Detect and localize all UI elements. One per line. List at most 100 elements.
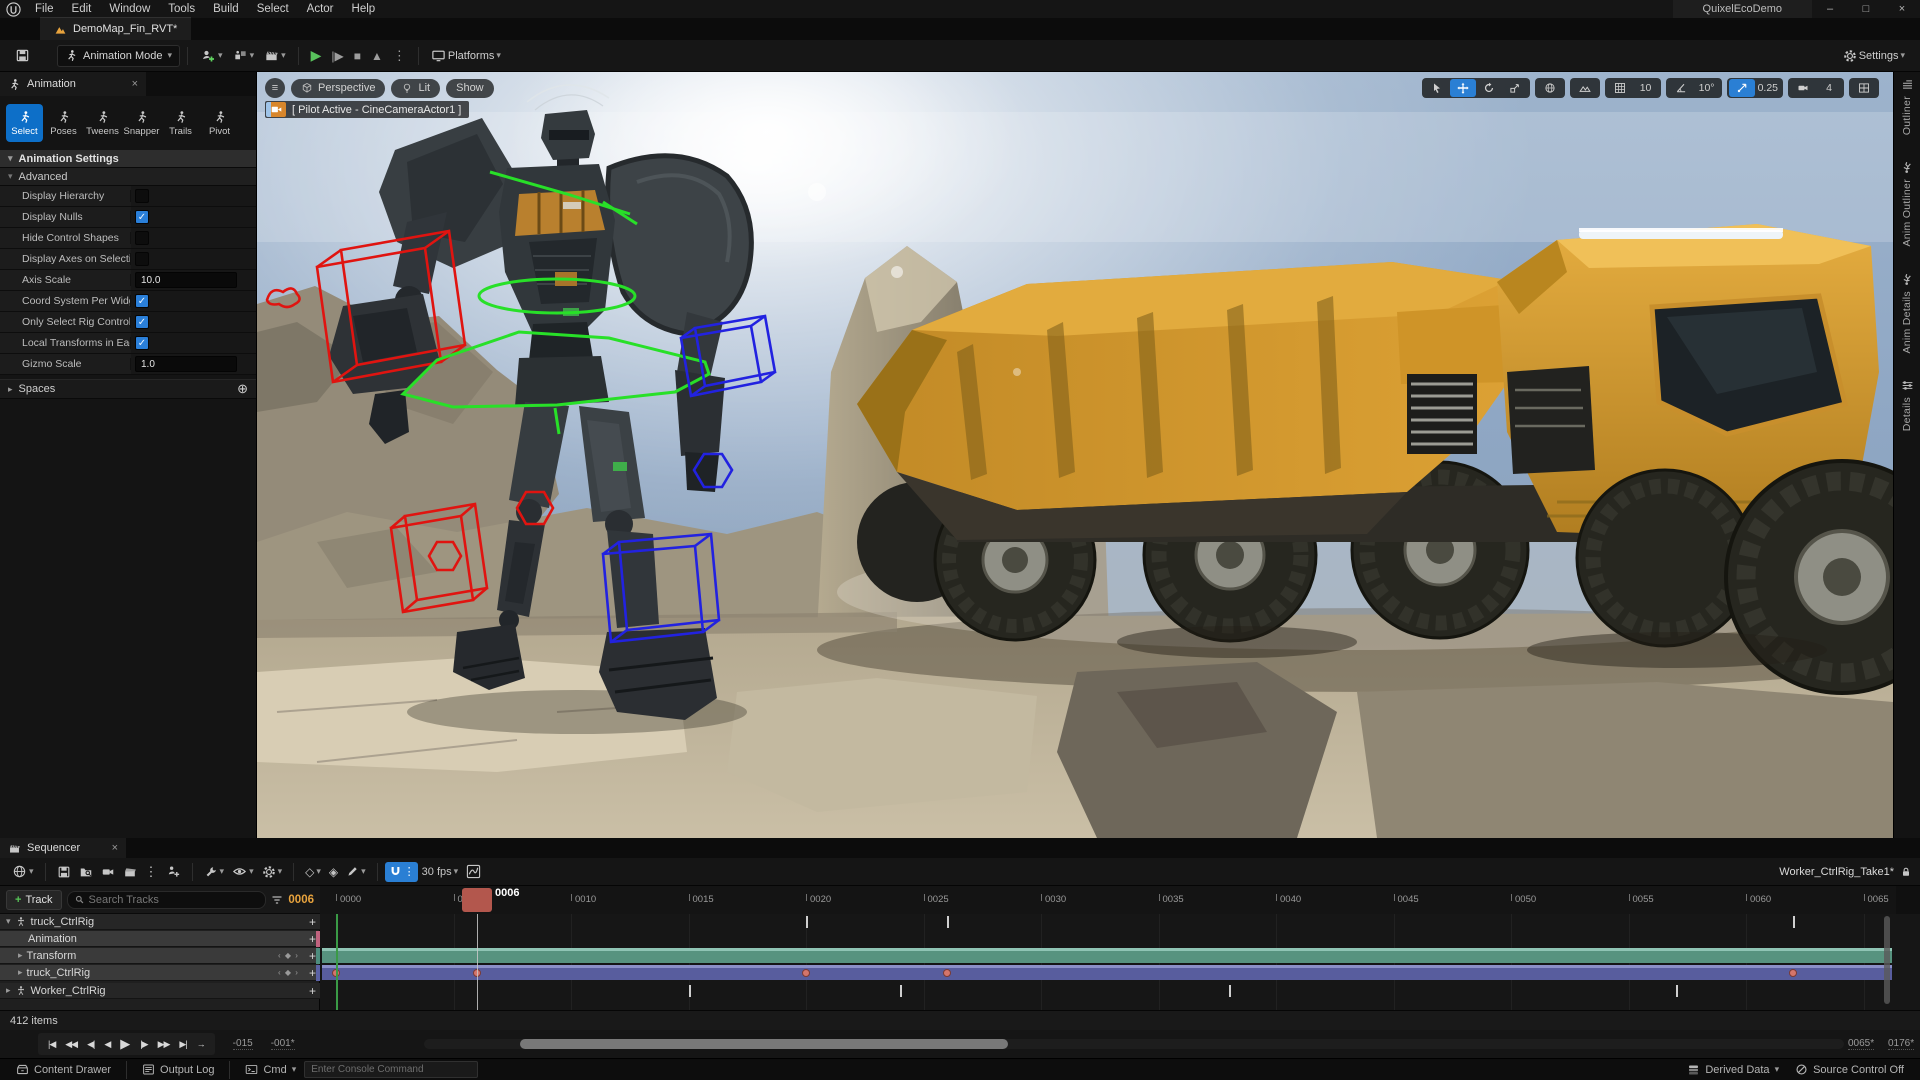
- move-tool-icon[interactable]: [1450, 79, 1476, 97]
- play-button[interactable]: ▶: [306, 47, 327, 64]
- sequencer-world-button[interactable]: ▾: [8, 862, 38, 882]
- timeline-vertical-scrollbar[interactable]: [1884, 916, 1890, 1004]
- menu-item-file[interactable]: File: [26, 3, 63, 15]
- keyframe-options-button[interactable]: ◇▾: [301, 862, 325, 882]
- view-range-start[interactable]: -015: [233, 1038, 253, 1050]
- checkbox[interactable]: [135, 252, 149, 266]
- search-tracks-input[interactable]: Search Tracks: [67, 891, 267, 909]
- loop-mode-button[interactable]: →: [193, 1039, 209, 1049]
- save-sequence-icon[interactable]: [53, 862, 75, 882]
- transform-track-band[interactable]: [322, 948, 1892, 963]
- play-reverse-button[interactable]: ◀: [100, 1039, 114, 1050]
- camera-speed-value[interactable]: 4: [1816, 79, 1842, 97]
- track-row-transform[interactable]: ▸Transform‹ ◆ ›+: [0, 948, 320, 964]
- key-tick[interactable]: [806, 916, 808, 928]
- sidebar-tab-details[interactable]: Details: [1901, 379, 1914, 431]
- select-tool-icon[interactable]: [1424, 79, 1450, 97]
- key-tick[interactable]: [900, 985, 902, 997]
- viewport-pill-lit[interactable]: Lit: [391, 79, 440, 98]
- value-input[interactable]: 10.0: [135, 272, 237, 288]
- viewport-pill-perspective[interactable]: Perspective: [291, 79, 385, 98]
- checkbox[interactable]: ✓: [135, 315, 149, 329]
- create-camera-icon[interactable]: [119, 862, 141, 882]
- add-section-plus-icon[interactable]: +: [309, 915, 316, 929]
- lock-icon[interactable]: [1900, 866, 1912, 878]
- sequencer-wrench-button[interactable]: ▾: [200, 862, 229, 882]
- unreal-logo-icon[interactable]: [0, 0, 26, 18]
- expander-caret-icon[interactable]: ▾: [6, 916, 11, 927]
- grid-snap-button[interactable]: [1607, 79, 1633, 97]
- auto-key-button[interactable]: ◈: [325, 862, 342, 882]
- mode-selector[interactable]: Animation Mode ▾: [57, 45, 180, 67]
- play-button[interactable]: ▶: [116, 1036, 134, 1052]
- key-tick[interactable]: [1676, 985, 1678, 997]
- track-row-truck_ctrlrig[interactable]: ▸truck_CtrlRig‹ ◆ ›+: [0, 965, 320, 981]
- mode-button-snapper[interactable]: Snapper: [123, 104, 160, 142]
- expander-caret-icon[interactable]: ▸: [6, 985, 11, 996]
- fps-selector[interactable]: 30 fps▾: [418, 862, 463, 882]
- platforms-button[interactable]: Platforms ▾: [426, 48, 506, 63]
- advanced-header[interactable]: ▾Advanced: [0, 168, 256, 186]
- cinematics-button[interactable]: ▾: [259, 48, 291, 63]
- checkbox[interactable]: [135, 189, 149, 203]
- settings-button[interactable]: Settings ▾: [1838, 49, 1910, 63]
- save-icon[interactable]: [10, 48, 35, 63]
- sequencer-kebab-icon[interactable]: ⋮: [141, 862, 162, 882]
- menu-item-edit[interactable]: Edit: [63, 3, 101, 15]
- mode-button-tweens[interactable]: Tweens: [84, 104, 121, 142]
- grid-snap-value[interactable]: 10: [1633, 79, 1659, 97]
- render-movie-icon[interactable]: [97, 862, 119, 882]
- viewport-menu-burger-icon[interactable]: ≡: [265, 78, 285, 98]
- viewport-pill-show[interactable]: Show: [446, 79, 494, 98]
- sequencer-tab[interactable]: Sequencer ×: [0, 838, 126, 858]
- close-icon[interactable]: ×: [112, 842, 118, 854]
- scale-tool-icon[interactable]: [1502, 79, 1528, 97]
- blueprints-button[interactable]: ▾: [228, 48, 260, 63]
- animation-settings-header[interactable]: ▾Animation Settings: [0, 150, 256, 168]
- track-row-animation[interactable]: Animation+: [0, 931, 320, 947]
- previous-key-button[interactable]: ◀◀: [61, 1039, 81, 1050]
- level-tab[interactable]: DemoMap_Fin_RVT*: [40, 17, 191, 40]
- find-in-content-browser-icon[interactable]: [75, 862, 97, 882]
- play-from-here-button[interactable]: |▶: [326, 49, 348, 63]
- add-section-plus-icon[interactable]: +: [309, 966, 316, 980]
- scale-snap-value[interactable]: 0.25: [1755, 79, 1781, 97]
- keyframe-dot[interactable]: [943, 969, 951, 977]
- minimize-button[interactable]: –: [1812, 0, 1848, 18]
- add-track-plus-actor-icon[interactable]: [162, 862, 185, 882]
- sidebar-tab-anim-outliner[interactable]: Anim Outliner: [1901, 161, 1914, 247]
- animation-panel-tab[interactable]: Animation ×: [0, 72, 146, 96]
- add-section-plus-icon[interactable]: +: [309, 932, 316, 946]
- content-drawer-button[interactable]: Content Drawer: [8, 1059, 119, 1080]
- ctrlrig-track-band[interactable]: [322, 965, 1892, 980]
- step-forward-button[interactable]: |▶: [136, 1039, 151, 1050]
- curve-editor-icon[interactable]: [462, 862, 485, 882]
- edit-mode-pen-button[interactable]: ▾: [342, 862, 370, 882]
- checkbox[interactable]: [135, 231, 149, 245]
- checkbox[interactable]: ✓: [135, 210, 149, 224]
- timeline-scrollbar-thumb[interactable]: [520, 1039, 1008, 1049]
- spaces-add-icon[interactable]: ⊕: [237, 381, 248, 397]
- key-tick[interactable]: [689, 985, 691, 997]
- value-input[interactable]: 1.0: [135, 356, 237, 372]
- pilot-active-bar[interactable]: [ Pilot Active - CineCameraActor1 ]: [265, 101, 469, 118]
- expander-caret-icon[interactable]: ▸: [18, 967, 23, 978]
- world-local-icon[interactable]: [1537, 79, 1563, 97]
- add-track-button[interactable]: +Track: [6, 890, 62, 910]
- playhead-line[interactable]: [477, 914, 478, 1010]
- add-section-plus-icon[interactable]: +: [309, 984, 316, 998]
- source-control-button[interactable]: Source Control Off: [1787, 1059, 1912, 1080]
- maximize-button[interactable]: □: [1848, 0, 1884, 18]
- sidebar-tab-anim-details[interactable]: Anim Details: [1901, 273, 1914, 354]
- key-tick[interactable]: [1229, 985, 1231, 997]
- filter-icon[interactable]: [271, 894, 283, 906]
- angle-snap-button[interactable]: [1668, 79, 1694, 97]
- menu-item-help[interactable]: Help: [343, 3, 385, 15]
- maximize-viewport-icon[interactable]: [1851, 79, 1877, 97]
- jump-to-front-button[interactable]: |◀: [44, 1039, 59, 1050]
- viewport-3d[interactable]: ≡ Perspective Lit Show [ Pilot Active - Ci…: [257, 72, 1893, 838]
- stop-button[interactable]: ■: [349, 49, 366, 63]
- angle-snap-value[interactable]: 10°: [1694, 79, 1720, 97]
- track-row-worker_ctrlrig[interactable]: ▸Worker_CtrlRig+: [0, 983, 320, 999]
- menu-item-select[interactable]: Select: [248, 3, 298, 15]
